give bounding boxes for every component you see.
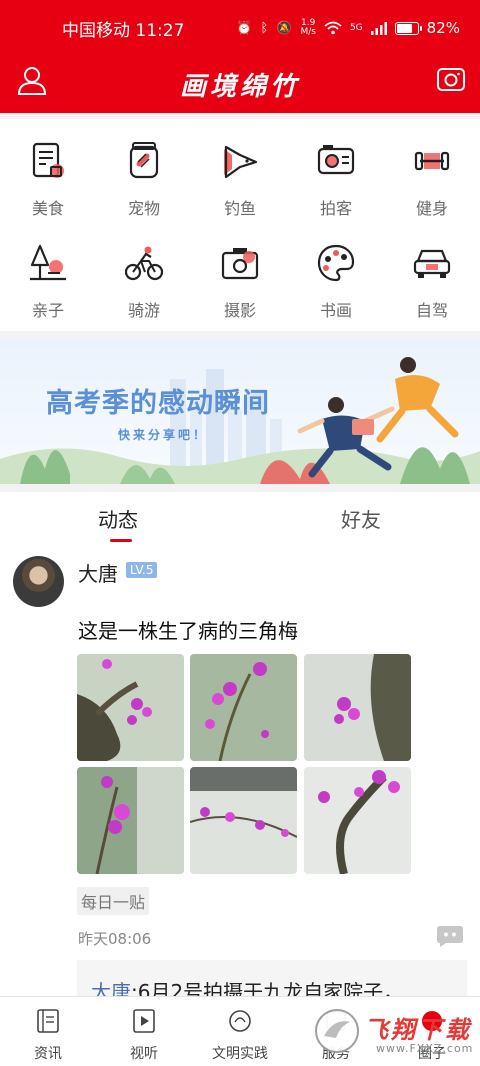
download-site-watermark: 飞翔下载 www.FXXZ.com: [312, 1004, 472, 1060]
camera-capture-icon[interactable]: [436, 65, 466, 93]
signal-icon: [370, 21, 387, 35]
banner-subtitle: 快来分享吧！: [118, 428, 209, 442]
category-cycling[interactable]: 骑游: [96, 221, 192, 321]
comment-icon[interactable]: [436, 924, 464, 948]
car-icon: [413, 249, 451, 278]
civility-icon: [229, 1010, 251, 1032]
tab-feed[interactable]: 动态: [98, 504, 138, 533]
wifi-icon: [324, 21, 342, 35]
category-fishing[interactable]: 钓鱼: [192, 119, 288, 219]
brand-logo: 画境绵竹: [179, 72, 300, 102]
post-photo[interactable]: [190, 767, 297, 874]
post-photo[interactable]: [190, 654, 297, 761]
post-photo[interactable]: [304, 654, 411, 761]
post-photo[interactable]: [77, 654, 184, 761]
alarm-icon: ⏰: [236, 20, 253, 36]
battery-icon: [394, 21, 422, 35]
active-tab-indicator: [110, 539, 132, 542]
nav-media[interactable]: 视听: [96, 997, 192, 1066]
bluetooth-icon: ᛒ: [260, 20, 269, 36]
nav-civility[interactable]: 文明实践: [192, 997, 288, 1066]
category-fitness[interactable]: 健身: [384, 119, 480, 219]
palette-icon: [317, 244, 355, 282]
mute-icon: 🔕: [276, 20, 293, 36]
category-road-trip[interactable]: 自驾: [384, 221, 480, 321]
carrier-time: 中国移动 11:27: [62, 20, 185, 41]
feed-tabs: 动态 好友: [0, 492, 480, 544]
net-speed: 1.9 M/s: [300, 18, 316, 37]
category-painting[interactable]: 书画: [288, 221, 384, 321]
tab-friends[interactable]: 好友: [341, 504, 381, 533]
post-time: 昨天08:06: [78, 930, 152, 948]
category-family[interactable]: 亲子: [0, 221, 96, 321]
dumbbell-icon: [414, 151, 450, 171]
pet-food-icon: [129, 142, 159, 179]
cyclist-icon: [124, 246, 164, 281]
level-badge: LV.5: [126, 562, 158, 578]
feed-post: 大唐 LV.5 这是一株生了病的三角梅 每日一贴 昨天08:06 大唐:6月2号…: [0, 544, 480, 1000]
promo-banner[interactable]: 高考季的感动瞬间 快来分享吧！: [0, 339, 480, 484]
signal-label: 5G: [349, 22, 363, 33]
battery-percent: 82%: [426, 19, 460, 37]
watermark-text: 飞翔下载: [364, 1016, 472, 1044]
banner-title: 高考季的感动瞬间: [46, 388, 270, 419]
category-photography[interactable]: 摄影: [192, 221, 288, 321]
category-pets[interactable]: 宠物: [96, 119, 192, 219]
camera-icon: [221, 248, 259, 280]
app-header: 中国移动 11:27 ⏰ ᛒ 🔕 1.9 M/s 5G 82% 画境绵竹: [0, 0, 480, 113]
status-icons: ⏰ ᛒ 🔕 1.9 M/s 5G 82%: [236, 18, 460, 38]
post-photo[interactable]: [304, 767, 411, 874]
camera-card-icon: [317, 145, 355, 175]
play-icon: [133, 1009, 155, 1033]
category-photo-share[interactable]: 拍客: [288, 119, 384, 219]
food-menu-icon: [32, 142, 64, 178]
post-text: 这是一株生了病的三角梅: [78, 619, 298, 643]
tree-swing-icon: [30, 244, 66, 281]
post-author[interactable]: 大唐: [78, 558, 118, 587]
status-bar: 中国移动 11:27 ⏰ ᛒ 🔕 1.9 M/s 5G 82%: [0, 0, 480, 56]
news-icon: [37, 1009, 59, 1033]
top-bar: 画境绵竹: [0, 56, 480, 113]
app-screen: 中国移动 11:27 ⏰ ᛒ 🔕 1.9 M/s 5G 82% 画境绵竹 美食 …: [0, 0, 480, 1066]
battery-level: [396, 23, 413, 33]
photo-grid: [77, 654, 411, 876]
nav-news[interactable]: 资讯: [0, 997, 96, 1066]
category-food[interactable]: 美食: [0, 119, 96, 219]
fish-icon: [224, 145, 258, 179]
category-grid: 美食 宠物 钓鱼 拍客 健身 亲子 骑游 摄影 书画 自驾: [0, 119, 480, 331]
post-photo[interactable]: [77, 767, 184, 874]
topic-tag[interactable]: 每日一贴: [77, 887, 150, 915]
avatar[interactable]: [13, 556, 64, 607]
comment-preview[interactable]: 大唐:6月2号拍摄于九龙自家院子，: [77, 960, 467, 1000]
watermark-url: www.FXXZ.com: [376, 1042, 474, 1055]
watermark-logo: [315, 1009, 359, 1053]
